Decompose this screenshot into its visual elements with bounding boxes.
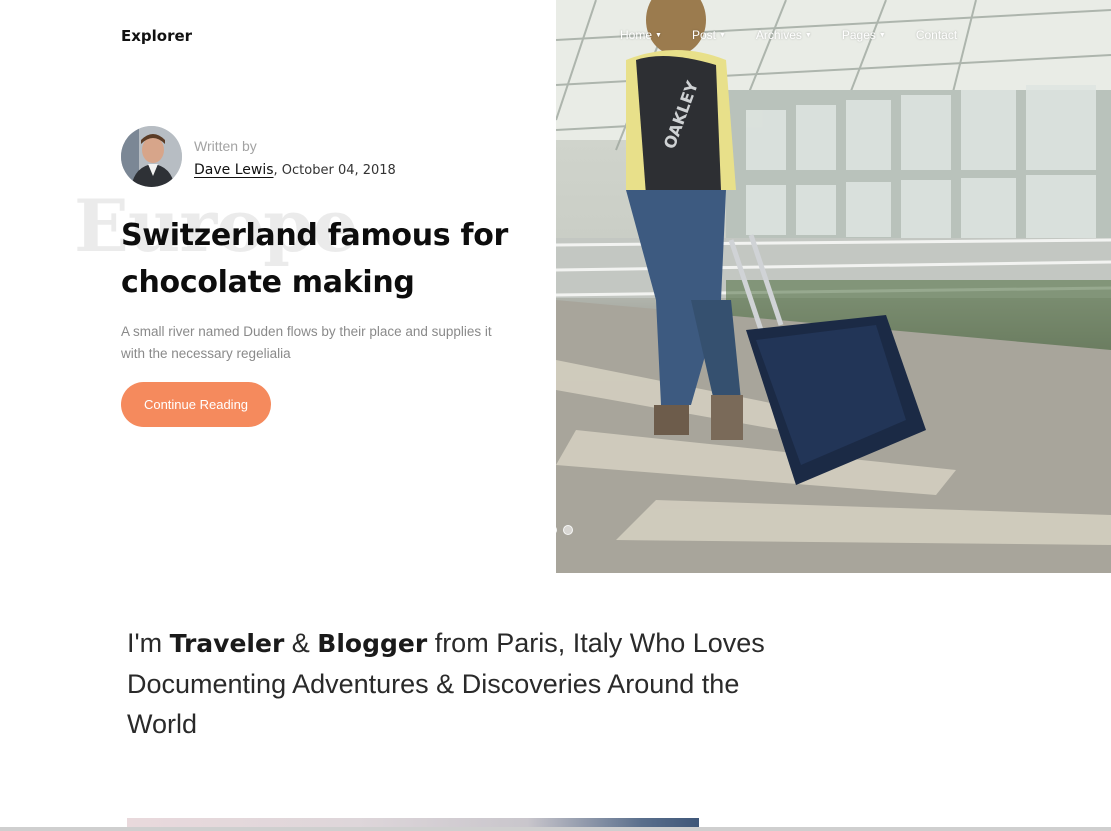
page: OAKLEY Explorer Home ▼ Post ▼ Archives ▼ Pa… — [0, 0, 1111, 831]
nav-pages-label: Pages — [841, 28, 876, 42]
author-avatar-graphic — [121, 126, 182, 187]
intro-traveler: Traveler — [169, 629, 285, 658]
nav-post[interactable]: Post ▼ — [692, 28, 726, 42]
byline: Dave Lewis, October 04, 2018 — [194, 162, 396, 178]
main-nav: Home ▼ Post ▼ Archives ▼ Pages ▼ Contact — [620, 28, 987, 42]
nav-post-label: Post — [691, 28, 716, 42]
nav-contact[interactable]: Contact — [916, 28, 957, 42]
written-by-label: Written by — [194, 138, 257, 154]
post-title: Switzerland famous for chocolate making — [121, 218, 509, 300]
continue-reading-button[interactable]: Continue Reading — [121, 382, 271, 427]
author-link[interactable]: Dave Lewis — [194, 162, 274, 178]
slider-dots — [547, 525, 573, 535]
intro-blogger: Blogger — [317, 629, 428, 658]
chevron-down-icon: ▼ — [804, 32, 812, 39]
chevron-down-icon: ▼ — [655, 32, 662, 39]
post-excerpt: A small river named Duden flows by their… — [121, 324, 492, 361]
page-bottom-edge — [0, 827, 1111, 831]
nav-home-label: Home — [620, 28, 653, 42]
nav-archives-label: Archives — [755, 28, 802, 42]
intro-part-2: & — [284, 628, 318, 658]
intro-text: I'm Traveler & Blogger from Paris, Italy… — [127, 623, 767, 744]
nav-pages[interactable]: Pages ▼ — [842, 28, 886, 42]
nav-home[interactable]: Home ▼ — [620, 28, 662, 42]
author-avatar[interactable] — [121, 126, 182, 187]
nav-archives[interactable]: Archives ▼ — [756, 28, 812, 42]
slider-dot-1[interactable] — [547, 525, 557, 535]
nav-contact-label: Contact — [915, 28, 958, 42]
hero-image-graphic: OAKLEY — [556, 0, 1111, 573]
post-date: , October 04, 2018 — [273, 163, 396, 178]
intro-part-1: I'm — [127, 628, 170, 658]
brand-logo[interactable]: Explorer — [121, 27, 192, 45]
slider-dot-2[interactable] — [563, 525, 573, 535]
chevron-down-icon: ▼ — [878, 32, 886, 39]
hero-image: OAKLEY — [556, 0, 1111, 573]
chevron-down-icon: ▼ — [718, 32, 726, 39]
